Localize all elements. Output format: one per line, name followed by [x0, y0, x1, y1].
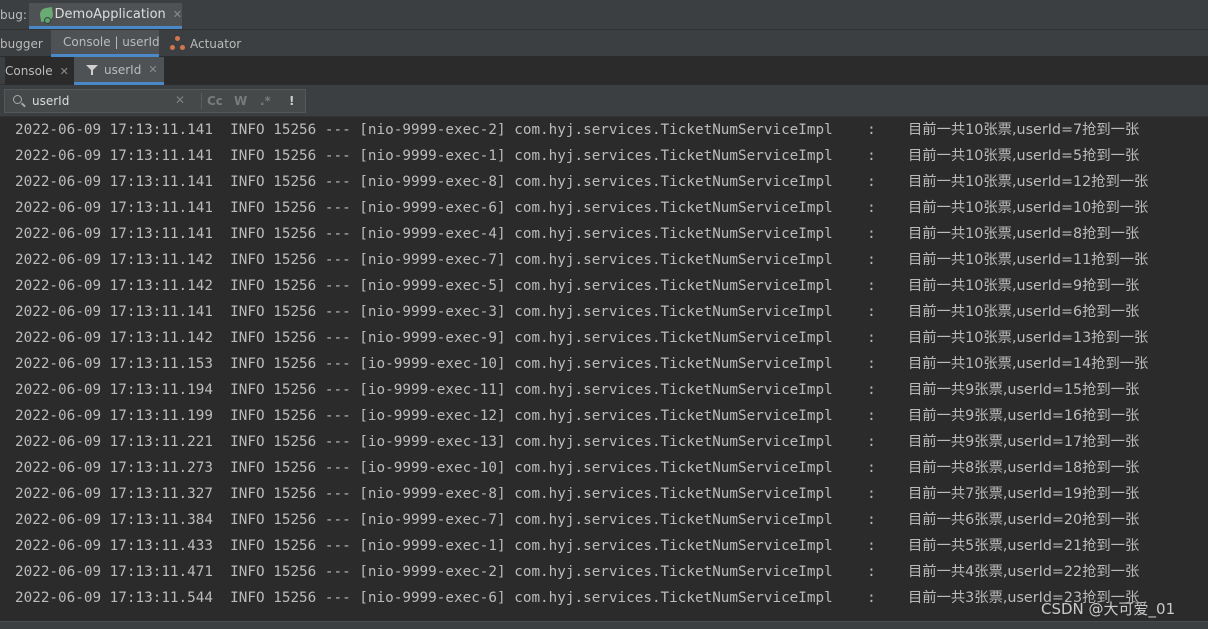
log-line: 2022-06-09 17:13:11.142 INFO 15256 --- [… — [15, 325, 1148, 351]
log-line-message: 目前一共9张票,userId=15抢到一张 — [908, 382, 1140, 398]
log-line-message: 目前一共6张票,userId=20抢到一张 — [908, 512, 1140, 528]
log-line-prefix: 2022-06-09 17:13:11.142 INFO 15256 --- [… — [15, 252, 885, 268]
log-line-message: 目前一共4张票,userId=22抢到一张 — [908, 564, 1140, 580]
match-case-toggle[interactable]: Cc — [207, 94, 223, 108]
search-options-divider — [201, 93, 202, 109]
tab-debugger-label: bugger — [0, 36, 43, 51]
tab-console-close-icon[interactable]: ✕ — [60, 65, 69, 78]
console-search-bar: ✕ Cc W .* ! — [0, 85, 1208, 117]
log-line-message: 目前一共8张票,userId=18抢到一张 — [908, 460, 1140, 476]
tab-debugger[interactable]: bugger — [0, 30, 43, 57]
log-line: 2022-06-09 17:13:11.141 INFO 15256 --- [… — [15, 143, 1139, 169]
log-line-message: 目前一共10张票,userId=10抢到一张 — [908, 200, 1149, 216]
log-line-message: 目前一共10张票,userId=6抢到一张 — [908, 304, 1140, 320]
log-line-message: 目前一共10张票,userId=13抢到一张 — [908, 330, 1149, 346]
log-line-message: 目前一共10张票,userId=7抢到一张 — [908, 122, 1140, 138]
clear-search-icon[interactable]: ✕ — [175, 93, 185, 107]
log-line-prefix: 2022-06-09 17:13:11.141 INFO 15256 --- [… — [15, 200, 885, 216]
log-line-prefix: 2022-06-09 17:13:11.544 INFO 15256 --- [… — [15, 590, 885, 606]
log-line: 2022-06-09 17:13:11.141 INFO 15256 --- [… — [15, 169, 1148, 195]
log-line: 2022-06-09 17:13:11.199 INFO 15256 --- [… — [15, 403, 1139, 429]
log-line-message: 目前一共10张票,userId=5抢到一张 — [908, 148, 1140, 164]
log-line-message: 目前一共10张票,userId=14抢到一张 — [908, 356, 1149, 372]
tab-console-userid-label: Console | userId — [63, 35, 160, 49]
log-line-prefix: 2022-06-09 17:13:11.141 INFO 15256 --- [… — [15, 148, 885, 164]
log-line: 2022-06-09 17:13:11.433 INFO 15256 --- [… — [15, 533, 1139, 559]
log-line: 2022-06-09 17:13:11.221 INFO 15256 --- [… — [15, 429, 1139, 455]
log-line: 2022-06-09 17:13:11.141 INFO 15256 --- [… — [15, 195, 1148, 221]
whole-words-toggle[interactable]: W — [234, 94, 247, 108]
log-line: 2022-06-09 17:13:11.142 INFO 15256 --- [… — [15, 273, 1139, 299]
console-output[interactable]: 2022-06-09 17:13:11.141 INFO 15256 --- [… — [0, 117, 1208, 629]
filter-exclude-toggle[interactable]: ! — [289, 94, 294, 108]
spring-app-icon — [38, 6, 55, 24]
log-line-prefix: 2022-06-09 17:13:11.141 INFO 15256 --- [… — [15, 122, 885, 138]
tab-actuator[interactable]: Actuator — [170, 30, 241, 57]
log-line-prefix: 2022-06-09 17:13:11.142 INFO 15256 --- [… — [15, 278, 885, 294]
log-line-prefix: 2022-06-09 17:13:11.194 INFO 15256 --- [… — [15, 382, 885, 398]
actuator-icon — [170, 36, 185, 51]
log-line: 2022-06-09 17:13:11.153 INFO 15256 --- [… — [15, 351, 1148, 377]
log-line-message: 目前一共9张票,userId=17抢到一张 — [908, 434, 1140, 450]
debug-tool-window-header: bug: DemoApplication ✕ — [0, 0, 1208, 30]
log-line-prefix: 2022-06-09 17:13:11.221 INFO 15256 --- [… — [15, 434, 885, 450]
console-tabs: Console ✕ userId ✕ — [0, 57, 1208, 85]
debug-tool-window-title: bug: — [0, 8, 27, 22]
tab-userid-filter[interactable]: userId ✕ — [74, 57, 164, 85]
log-line-prefix: 2022-06-09 17:13:11.327 INFO 15256 --- [… — [15, 486, 885, 502]
log-line-prefix: 2022-06-09 17:13:11.471 INFO 15256 --- [… — [15, 564, 885, 580]
log-line-prefix: 2022-06-09 17:13:11.142 INFO 15256 --- [… — [15, 330, 885, 346]
log-line-prefix: 2022-06-09 17:13:11.273 INFO 15256 --- [… — [15, 460, 885, 476]
tab-console-label: Console — [5, 64, 53, 78]
log-line-message: 目前一共10张票,userId=9抢到一张 — [908, 278, 1140, 294]
search-icon[interactable] — [12, 93, 28, 109]
run-config-tab-demoapplication[interactable]: DemoApplication ✕ — [29, 3, 182, 29]
log-line-message: 目前一共9张票,userId=16抢到一张 — [908, 408, 1140, 424]
log-line: 2022-06-09 17:13:11.327 INFO 15256 --- [… — [15, 481, 1139, 507]
log-line: 2022-06-09 17:13:11.273 INFO 15256 --- [… — [15, 455, 1139, 481]
log-line-prefix: 2022-06-09 17:13:11.141 INFO 15256 --- [… — [15, 174, 885, 190]
log-line-message: 目前一共7张票,userId=19抢到一张 — [908, 486, 1140, 502]
log-line-message: 目前一共10张票,userId=12抢到一张 — [908, 174, 1149, 190]
log-line-prefix: 2022-06-09 17:13:11.141 INFO 15256 --- [… — [15, 304, 885, 320]
log-line: 2022-06-09 17:13:11.194 INFO 15256 --- [… — [15, 377, 1139, 403]
tab-actuator-label: Actuator — [190, 36, 242, 51]
log-line: 2022-06-09 17:13:11.142 INFO 15256 --- [… — [15, 247, 1148, 273]
funnel-icon — [86, 64, 98, 76]
log-line-prefix: 2022-06-09 17:13:11.199 INFO 15256 --- [… — [15, 408, 885, 424]
tab-console[interactable]: Console ✕ — [5, 57, 1208, 85]
log-line: 2022-06-09 17:13:11.141 INFO 15256 --- [… — [15, 221, 1139, 247]
search-box: ✕ Cc W .* ! — [4, 89, 306, 113]
log-line-message: 目前一共5张票,userId=21抢到一张 — [908, 538, 1140, 554]
tab-userid-filter-close-icon[interactable]: ✕ — [148, 63, 157, 76]
log-line: 2022-06-09 17:13:11.141 INFO 15256 --- [… — [15, 117, 1139, 143]
log-line: 2022-06-09 17:13:11.544 INFO 15256 --- [… — [15, 585, 1139, 611]
log-line-prefix: 2022-06-09 17:13:11.153 INFO 15256 --- [… — [15, 356, 885, 372]
log-line-prefix: 2022-06-09 17:13:11.433 INFO 15256 --- [… — [15, 538, 885, 554]
run-tab-close-icon[interactable]: ✕ — [173, 8, 182, 21]
tab-userid-filter-label: userId — [104, 62, 142, 77]
log-line-prefix: 2022-06-09 17:13:11.384 INFO 15256 --- [… — [15, 512, 885, 528]
tab-console-userid[interactable]: Console | userId — [51, 30, 160, 57]
log-line-message: 目前一共10张票,userId=11抢到一张 — [908, 252, 1149, 268]
bottom-tool-strip — [0, 621, 1208, 629]
debug-subtabs: bugger Console | userId Actuator — [0, 30, 1208, 57]
search-input[interactable] — [32, 94, 168, 108]
csdn-watermark: CSDN @大可爱_01 — [1041, 600, 1176, 618]
log-line-message: 目前一共10张票,userId=8抢到一张 — [908, 226, 1140, 242]
log-line-prefix: 2022-06-09 17:13:11.141 INFO 15256 --- [… — [15, 226, 885, 242]
log-line: 2022-06-09 17:13:11.471 INFO 15256 --- [… — [15, 559, 1139, 585]
regex-toggle[interactable]: .* — [260, 94, 271, 108]
log-line: 2022-06-09 17:13:11.141 INFO 15256 --- [… — [15, 299, 1139, 325]
run-tab-label: DemoApplication — [54, 7, 166, 22]
log-line: 2022-06-09 17:13:11.384 INFO 15256 --- [… — [15, 507, 1139, 533]
